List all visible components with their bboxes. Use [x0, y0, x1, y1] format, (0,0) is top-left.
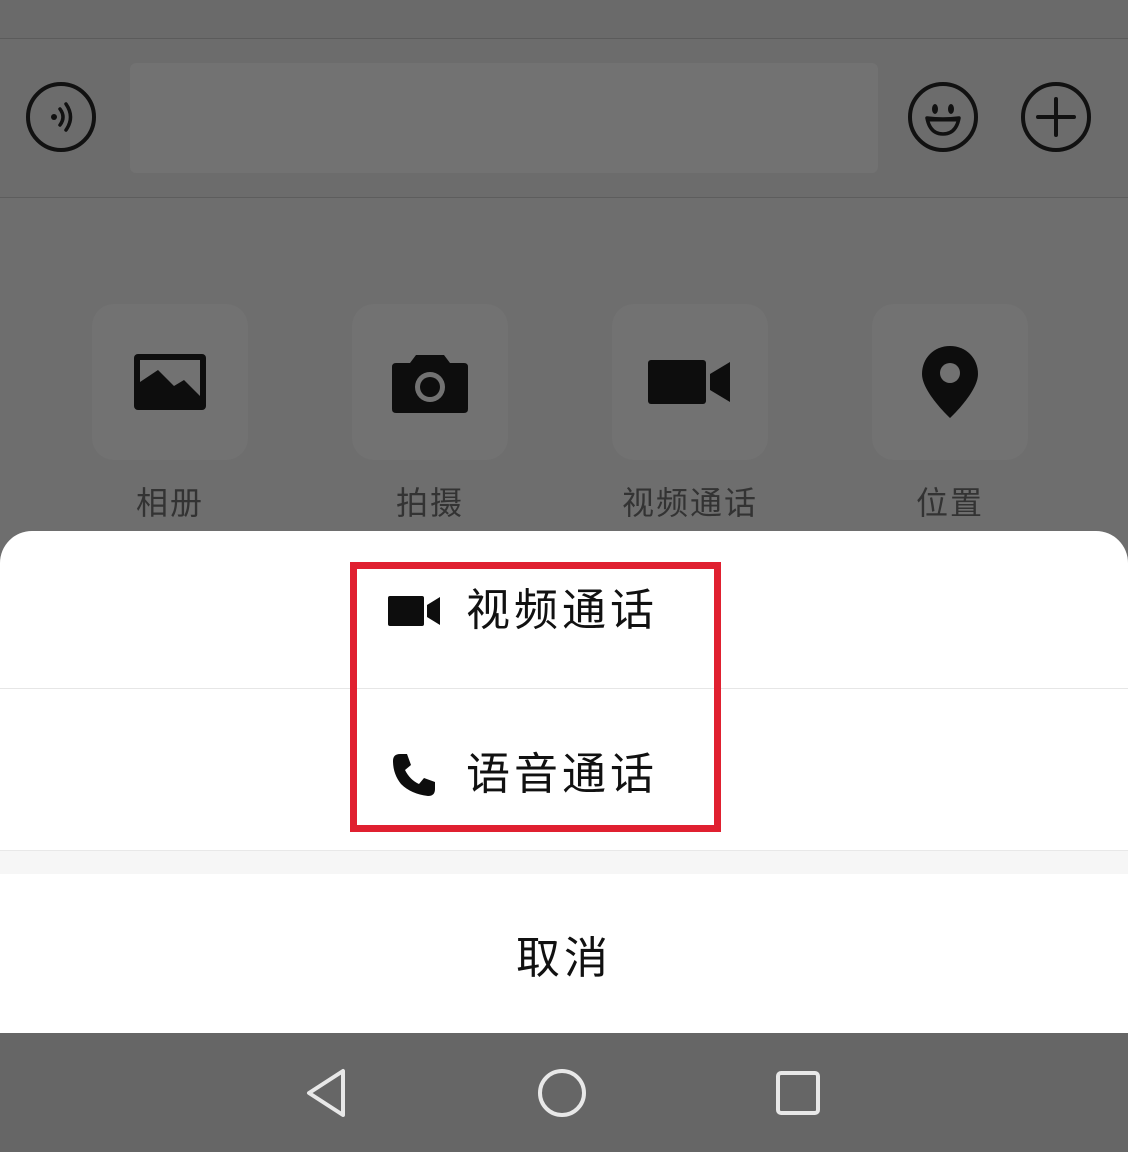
tool-panel: 相册 拍摄 视频通话 位置: [0, 198, 1128, 538]
tool-location[interactable]: 位置: [870, 304, 1030, 524]
tool-video-call[interactable]: 视频通话: [610, 304, 770, 524]
call-options-sheet: 视频通话 语音通话 取消: [0, 531, 1128, 1033]
home-circle-icon: [538, 1069, 586, 1117]
image-icon: [134, 354, 206, 410]
plus-icon: [1036, 97, 1076, 137]
video-call-option[interactable]: 视频通话: [0, 531, 1128, 689]
smile-icon: [925, 104, 961, 136]
nav-back-button[interactable]: [298, 1065, 354, 1121]
tool-album[interactable]: 相册: [90, 304, 250, 524]
recent-square-icon: [776, 1071, 820, 1115]
voice-button[interactable]: [26, 82, 96, 152]
video-call-label: 视频通话: [466, 585, 658, 636]
voice-call-option-content[interactable]: 语音通话: [388, 747, 658, 803]
message-input[interactable]: [130, 63, 878, 173]
emoji-button[interactable]: [908, 82, 978, 152]
tool-camera[interactable]: 拍摄: [350, 304, 510, 524]
tool-camera-box[interactable]: [352, 304, 508, 460]
voice-call-label: 语音通话: [466, 749, 658, 800]
voice-wave-icon: [51, 102, 73, 132]
plus-button[interactable]: [1021, 82, 1091, 152]
screen: 相册 拍摄 视频通话 位置 视频通话 语音通话 取消: [0, 0, 1128, 1152]
tool-video-box[interactable]: [612, 304, 768, 460]
tool-location-box[interactable]: [872, 304, 1028, 460]
phone-icon: [388, 749, 440, 801]
tool-location-label: 位置: [915, 484, 984, 522]
video-camera-icon: [648, 360, 730, 404]
tool-video-label: 视频通话: [621, 484, 758, 522]
video-camera-icon: [388, 585, 440, 637]
cancel-button[interactable]: 取消: [0, 874, 1128, 1033]
nav-home-button[interactable]: [534, 1065, 590, 1121]
system-nav-bar: [0, 1033, 1128, 1152]
chat-area-dimmed: [0, 0, 1128, 39]
location-pin-icon: [922, 346, 978, 418]
back-triangle-icon: [307, 1069, 345, 1117]
video-call-option-content[interactable]: 视频通话: [388, 583, 658, 639]
voice-call-option[interactable]: 语音通话: [0, 691, 1128, 849]
tool-camera-label: 拍摄: [395, 484, 464, 522]
tool-album-box[interactable]: [92, 304, 248, 460]
chat-input-bar: [0, 39, 1128, 198]
sheet-divider: [0, 850, 1128, 875]
nav-recent-button[interactable]: [770, 1065, 826, 1121]
camera-icon: [392, 355, 468, 413]
tool-album-label: 相册: [135, 484, 204, 522]
